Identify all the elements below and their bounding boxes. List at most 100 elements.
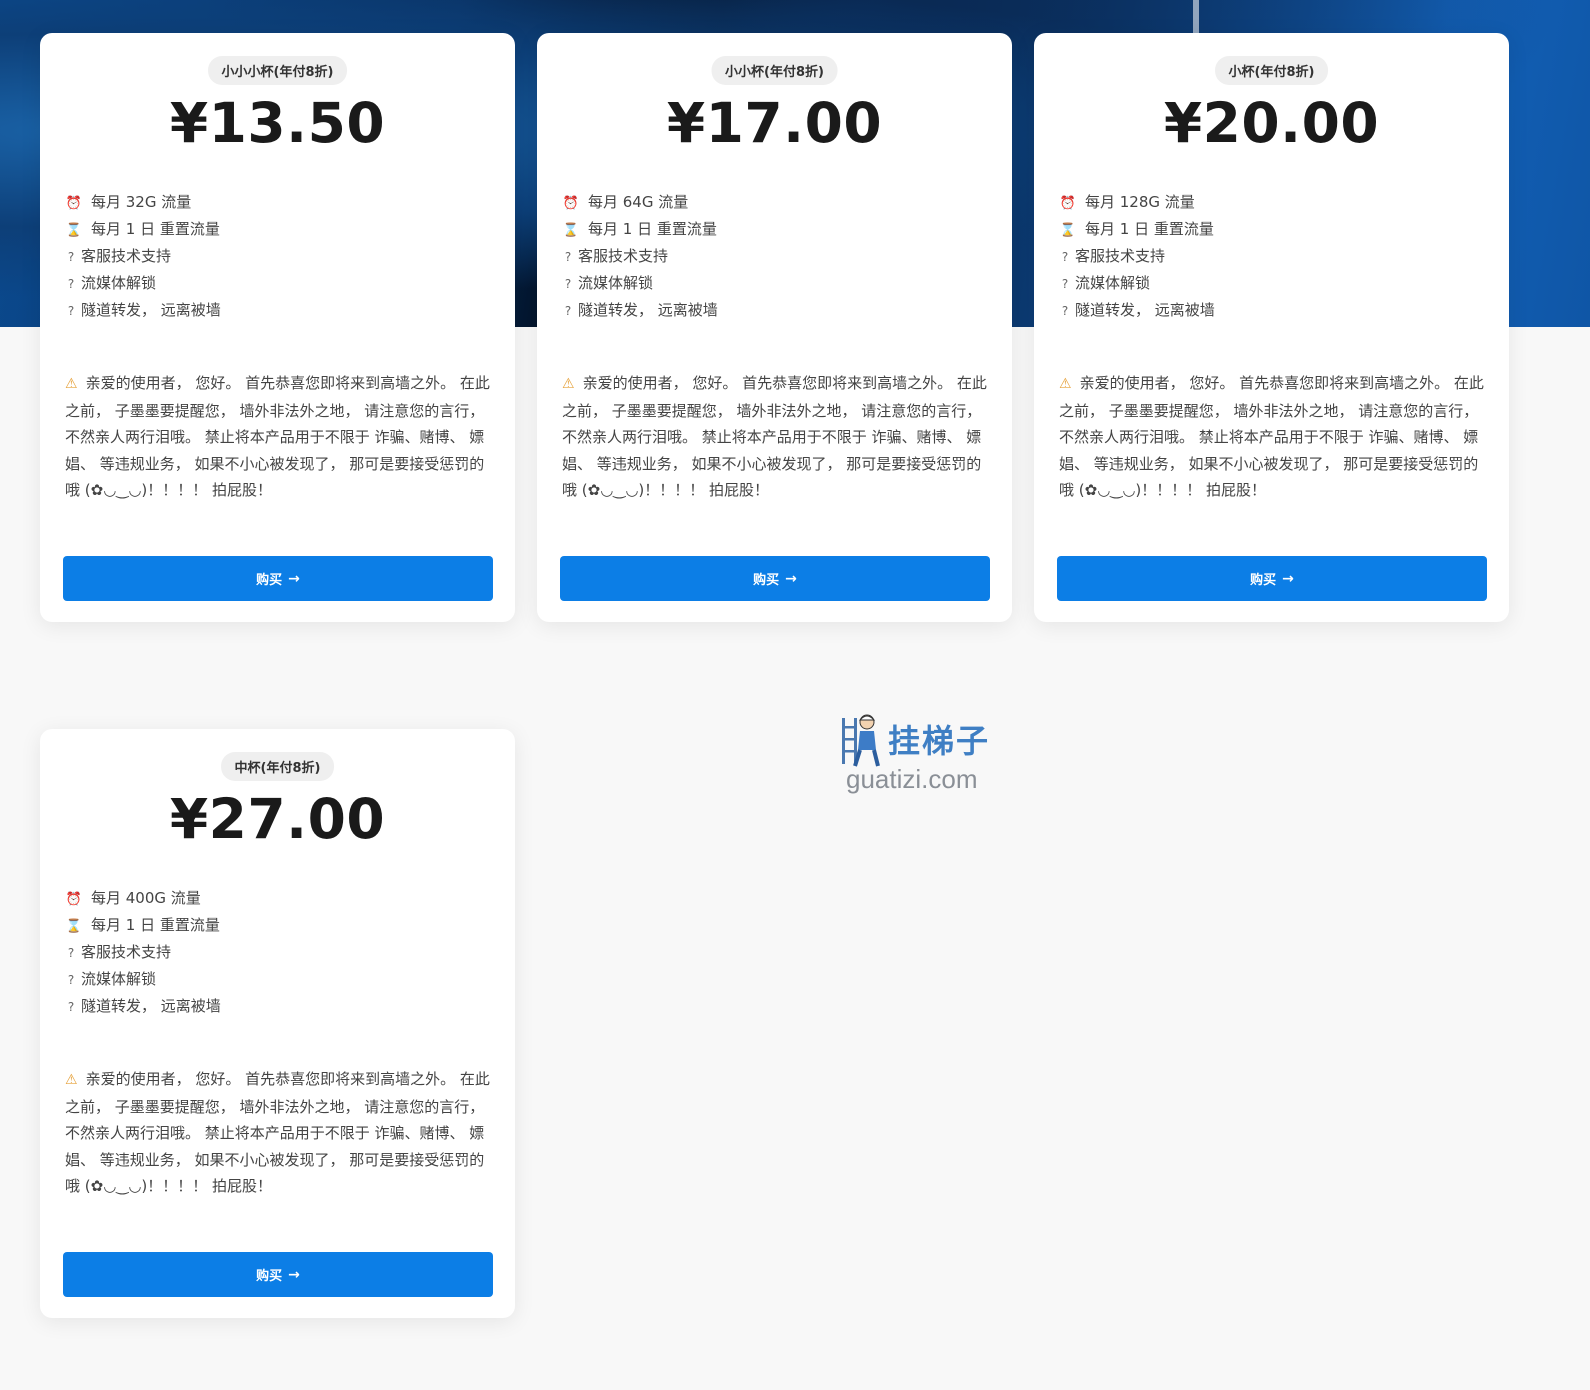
question-mark-icon: ? xyxy=(1061,304,1069,318)
notice-text: 亲爱的使用者， 您好。 首先恭喜您即将来到高墙之外。 在此之前， 子墨墨要提醒您… xyxy=(1059,374,1484,499)
feature-item-reset: ⌛ 每月 1 日 重置流量 xyxy=(562,216,718,243)
feature-item-tunnel: ? 隧道转发， 远离被墙 xyxy=(1059,297,1215,324)
question-mark-icon: ? xyxy=(67,1000,75,1014)
arrow-right-icon: → xyxy=(288,1266,300,1283)
buy-label: 购买 xyxy=(753,573,780,588)
buy-label: 购买 xyxy=(1250,573,1277,588)
feature-text: 隧道转发， 远离被墙 xyxy=(578,301,718,319)
feature-text: 每月 64G 流量 xyxy=(588,193,689,211)
feature-item-traffic: ⏰ 每月 64G 流量 xyxy=(562,189,718,216)
buy-button[interactable]: 购买 → xyxy=(63,556,493,601)
feature-item-streaming: ? 流媒体解锁 xyxy=(65,270,221,297)
plan-card: 小小杯(年付8折) ¥17.00 ⏰ 每月 64G 流量 ⌛ 每月 1 日 重置流量… xyxy=(537,33,1012,622)
alarm-clock-icon: ⏰ xyxy=(562,196,580,211)
question-mark-icon: ? xyxy=(564,304,572,318)
feature-text: 客服技术支持 xyxy=(1075,247,1166,265)
plan-tag-badge: 小杯(年付8折) xyxy=(1214,56,1329,85)
question-mark-icon: ? xyxy=(67,250,75,264)
feature-text: 流媒体解锁 xyxy=(81,970,157,988)
alarm-clock-icon: ⏰ xyxy=(65,892,83,907)
plan-card: 中杯(年付8折) ¥27.00 ⏰ 每月 400G 流量 ⌛ 每月 1 日 重置流量… xyxy=(40,729,515,1318)
question-mark-icon: ? xyxy=(67,277,75,291)
buy-button[interactable]: 购买 → xyxy=(1057,556,1487,601)
plan-price: ¥20.00 xyxy=(1163,91,1380,155)
feature-text: 流媒体解锁 xyxy=(81,274,157,292)
plan-notice: ⚠ 亲爱的使用者， 您好。 首先恭喜您即将来到高墙之外。 在此之前， 子墨墨要提醒… xyxy=(65,370,495,504)
arrow-right-icon: → xyxy=(288,570,300,587)
warning-icon: ⚠ xyxy=(1059,376,1072,392)
feature-item-streaming: ? 流媒体解锁 xyxy=(562,270,718,297)
feature-item-reset: ⌛ 每月 1 日 重置流量 xyxy=(65,912,221,939)
warning-icon: ⚠ xyxy=(562,376,575,392)
plan-price: ¥13.50 xyxy=(169,91,386,155)
question-mark-icon: ? xyxy=(67,946,75,960)
alarm-clock-icon: ⏰ xyxy=(1059,196,1077,211)
question-mark-icon: ? xyxy=(67,304,75,318)
arrow-right-icon: → xyxy=(1282,570,1294,587)
watermark-name: 挂梯子 xyxy=(888,722,991,760)
buy-label: 购买 xyxy=(256,1269,283,1284)
notice-text: 亲爱的使用者， 您好。 首先恭喜您即将来到高墙之外。 在此之前， 子墨墨要提醒您… xyxy=(65,374,490,499)
feature-item-support: ? 客服技术支持 xyxy=(65,243,221,270)
feature-text: 隧道转发， 远离被墙 xyxy=(1075,301,1215,319)
feature-text: 隧道转发， 远离被墙 xyxy=(81,301,221,319)
feature-text: 隧道转发， 远离被墙 xyxy=(81,997,221,1015)
feature-item-traffic: ⏰ 每月 128G 流量 xyxy=(1059,189,1215,216)
plan-tag-badge: 中杯(年付8折) xyxy=(220,752,335,781)
feature-list: ⏰ 每月 64G 流量 ⌛ 每月 1 日 重置流量 ? 客服技术支持 ? 流媒体解锁 ?… xyxy=(562,189,718,324)
feature-item-support: ? 客服技术支持 xyxy=(1059,243,1215,270)
watermark: 挂梯子 guatizi.com xyxy=(840,712,1000,802)
feature-text: 每月 1 日 重置流量 xyxy=(91,916,220,934)
plan-notice: ⚠ 亲爱的使用者， 您好。 首先恭喜您即将来到高墙之外。 在此之前， 子墨墨要提醒… xyxy=(562,370,992,504)
feature-item-support: ? 客服技术支持 xyxy=(65,939,221,966)
buy-label: 购买 xyxy=(256,573,283,588)
feature-text: 每月 32G 流量 xyxy=(91,193,192,211)
feature-item-tunnel: ? 隧道转发， 远离被墙 xyxy=(65,993,221,1020)
feature-list: ⏰ 每月 128G 流量 ⌛ 每月 1 日 重置流量 ? 客服技术支持 ? 流媒体解锁 … xyxy=(1059,189,1215,324)
buy-button[interactable]: 购买 → xyxy=(63,1252,493,1297)
feature-item-streaming: ? 流媒体解锁 xyxy=(65,966,221,993)
feature-text: 客服技术支持 xyxy=(578,247,669,265)
feature-text: 每月 1 日 重置流量 xyxy=(1085,220,1214,238)
feature-text: 客服技术支持 xyxy=(81,943,172,961)
feature-list: ⏰ 每月 32G 流量 ⌛ 每月 1 日 重置流量 ? 客服技术支持 ? 流媒体解锁 ?… xyxy=(65,189,221,324)
feature-item-reset: ⌛ 每月 1 日 重置流量 xyxy=(65,216,221,243)
question-mark-icon: ? xyxy=(1061,277,1069,291)
feature-item-support: ? 客服技术支持 xyxy=(562,243,718,270)
plan-tag-badge: 小小小杯(年付8折) xyxy=(207,56,348,85)
plan-card: 小杯(年付8折) ¥20.00 ⏰ 每月 128G 流量 ⌛ 每月 1 日 重置流量… xyxy=(1034,33,1509,622)
feature-text: 每月 1 日 重置流量 xyxy=(588,220,717,238)
plan-price: ¥27.00 xyxy=(169,787,386,851)
plan-tag-badge: 小小杯(年付8折) xyxy=(711,56,838,85)
warning-icon: ⚠ xyxy=(65,376,78,392)
feature-item-tunnel: ? 隧道转发， 远离被墙 xyxy=(562,297,718,324)
question-mark-icon: ? xyxy=(564,250,572,264)
plan-notice: ⚠ 亲爱的使用者， 您好。 首先恭喜您即将来到高墙之外。 在此之前， 子墨墨要提醒… xyxy=(65,1066,495,1200)
warning-icon: ⚠ xyxy=(65,1072,78,1088)
feature-list: ⏰ 每月 400G 流量 ⌛ 每月 1 日 重置流量 ? 客服技术支持 ? 流媒体解锁 … xyxy=(65,885,221,1020)
feature-item-tunnel: ? 隧道转发， 远离被墙 xyxy=(65,297,221,324)
notice-text: 亲爱的使用者， 您好。 首先恭喜您即将来到高墙之外。 在此之前， 子墨墨要提醒您… xyxy=(562,374,987,499)
feature-text: 每月 400G 流量 xyxy=(91,889,201,907)
hourglass-icon: ⌛ xyxy=(65,919,83,934)
feature-item-traffic: ⏰ 每月 400G 流量 xyxy=(65,885,221,912)
feature-item-reset: ⌛ 每月 1 日 重置流量 xyxy=(1059,216,1215,243)
plan-notice: ⚠ 亲爱的使用者， 您好。 首先恭喜您即将来到高墙之外。 在此之前， 子墨墨要提醒… xyxy=(1059,370,1489,504)
buy-button[interactable]: 购买 → xyxy=(560,556,990,601)
question-mark-icon: ? xyxy=(564,277,572,291)
arrow-right-icon: → xyxy=(785,570,797,587)
feature-text: 每月 128G 流量 xyxy=(1085,193,1195,211)
feature-item-traffic: ⏰ 每月 32G 流量 xyxy=(65,189,221,216)
hourglass-icon: ⌛ xyxy=(65,223,83,238)
notice-text: 亲爱的使用者， 您好。 首先恭喜您即将来到高墙之外。 在此之前， 子墨墨要提醒您… xyxy=(65,1070,490,1195)
hourglass-icon: ⌛ xyxy=(1059,223,1077,238)
feature-text: 流媒体解锁 xyxy=(578,274,654,292)
ladder-worker-icon xyxy=(842,714,880,767)
feature-text: 客服技术支持 xyxy=(81,247,172,265)
question-mark-icon: ? xyxy=(1061,250,1069,264)
watermark-domain: guatizi.com xyxy=(846,764,978,794)
question-mark-icon: ? xyxy=(67,973,75,987)
feature-text: 流媒体解锁 xyxy=(1075,274,1151,292)
alarm-clock-icon: ⏰ xyxy=(65,196,83,211)
feature-text: 每月 1 日 重置流量 xyxy=(91,220,220,238)
